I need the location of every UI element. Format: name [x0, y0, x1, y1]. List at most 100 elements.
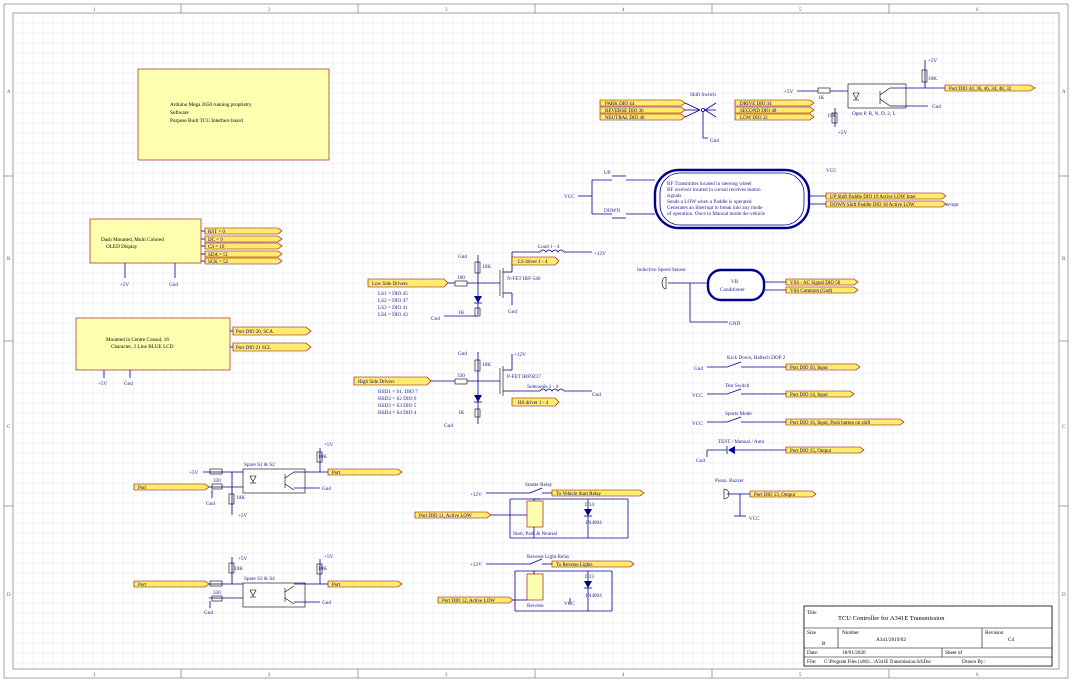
test-manual-label: TEST / Manual / Auto: [718, 439, 765, 445]
sensor-gnd-label: GND: [729, 321, 740, 327]
spare12-5v-top-label: +5V: [324, 442, 334, 448]
opto-5v-label: +5V: [784, 89, 794, 95]
title-label: Title: [807, 610, 817, 616]
spare34-label: Spare S3 & S4: [244, 576, 275, 582]
spare-s1-s2[interactable]: Spare S1 & S2 +5V 10K +5V +5V 10K Port G…: [133, 442, 403, 519]
vr-conditioner: [706, 268, 766, 302]
lcd-gnd-label: Gnd: [124, 381, 133, 387]
lcd-line-2: Character, 2 Line BLUE LCD: [111, 344, 174, 350]
nfet-gnd-label: Gnd: [458, 254, 467, 260]
port-vss-signal-label: VSS - AC Signal DIO 58: [790, 281, 841, 286]
sheet-label: Sheet of: [945, 649, 962, 656]
reverse-relay-label: Reverse Light Relay: [527, 554, 570, 560]
revision-label: Revision: [985, 630, 1004, 636]
vr-line-2: Conditioner: [720, 287, 745, 293]
title-block: Title TCU Controller for A341E Transmiss…: [803, 605, 1053, 667]
kickdown-label: Kick Down, Haltech DOP 2: [727, 355, 786, 361]
port-oled-cs-label: CS = 10: [208, 245, 225, 250]
port-shift-second-label: SECOND DIO 48: [740, 109, 777, 114]
reverse-relay-coil: [526, 573, 544, 601]
starter-relay[interactable]: Starter Relay +12V To Vehicle Start Rela…: [414, 482, 645, 539]
spare34-gnd-label: Gnd: [322, 600, 331, 606]
port-starter-in-label: Port DIO 11, Active LOW: [419, 514, 472, 519]
oled-line-2: OLED Display: [106, 244, 138, 250]
starter-relay-coil: [526, 500, 544, 528]
schematic-sheet: 1 2 3 4 5 6 1 2 3 4 5 6 A B C D A B C D …: [0, 0, 1073, 682]
switch-inputs[interactable]: Kick Down, Haltech DOP 2 Gnd Port DIO 50…: [692, 355, 905, 522]
reverse-diode-type: 1N4004: [585, 593, 602, 599]
date-value: 18/01/2020: [842, 650, 866, 656]
nfet-led: [474, 296, 482, 303]
reverse-label: Reverse: [527, 603, 544, 609]
port-kickdown-label: Port DIO 50, Input: [790, 366, 828, 371]
nfet-gnd-bottom-label: Gnd: [431, 316, 440, 322]
zone-row-b-right: B: [1062, 257, 1066, 262]
port-spare34-in-label: Port: [138, 583, 147, 588]
pfet-gate-resistor-label: 330: [457, 373, 465, 379]
lcd-5v-label: +5V: [98, 381, 108, 387]
spare12-330-label: 330: [213, 478, 221, 484]
reverse-light-relay[interactable]: Reverse Light Relay +12V To Reverse Ligh…: [437, 554, 635, 612]
port-spare34-out-label: Port: [332, 583, 341, 588]
port-shift-park-label: PARK DIO 44: [605, 102, 635, 107]
sports-mode-vcc-label: VCC: [692, 421, 703, 427]
hs-list-1: HSD1 = S1, DIO 7: [378, 389, 418, 395]
shift-switch-section[interactable]: Shift Switch PARK DIO 44 REVERSE DIO 36 …: [599, 58, 1036, 144]
start-park-label: Start, Park & Neutral: [513, 531, 558, 537]
zone-row-d: D: [7, 593, 11, 598]
high-side-driver[interactable]: High Side Drivers 330 10K Gnd 1K Gnd +12…: [353, 351, 601, 429]
nfet-label: N-FET IRF-540: [507, 276, 541, 282]
oled-line-1: Dash Mounted, Multi Colored: [101, 237, 164, 243]
port-oled-rst-label: RST = 0: [208, 230, 225, 235]
starter-relay-label: Starter Relay: [525, 482, 553, 488]
zone-col-4: 4: [622, 8, 625, 13]
opto-pullup-5v-label: +5V: [928, 58, 938, 64]
zone-row-a: A: [7, 90, 11, 95]
port-lcd-sca-label: Port DIO 20, SCA: [236, 330, 273, 335]
zone-col-6-bottom: 6: [976, 673, 979, 678]
port-shift-reverse-label: REVERSE DIO 36: [605, 109, 644, 114]
pfet-led: [474, 395, 482, 402]
port-ls-driver-label: LS driver 1 - 4: [518, 260, 548, 265]
spare-s3-s4[interactable]: Spare S3 & S4 +5V +5V 10K +5V 10K Port G…: [133, 554, 403, 616]
rf-line-6: of operation. Once in Manual mode the ve…: [667, 210, 766, 217]
port-piezo-label: Port DIO 53, Output: [754, 493, 796, 498]
pfet-1k-label: 1K: [458, 410, 465, 416]
rf-interrupt-label: errupt: [946, 202, 959, 208]
oled-gnd-label: Gnd: [169, 282, 178, 288]
size-value: B: [822, 641, 826, 647]
port-lcd-scl-label: Port DIO 21 SCL: [236, 346, 271, 351]
oled-5v-label: +5V: [120, 282, 130, 288]
nfet-pullup-resistor: [474, 261, 481, 274]
opto-resistor-1k: [817, 87, 831, 94]
arduino-line-2: Software: [170, 109, 189, 116]
spare34-5v-right-label: +5V: [324, 554, 334, 560]
spare12-5v-bottom-label: +5V: [238, 513, 248, 519]
shift-gnd-label: Gnd: [710, 138, 719, 144]
arduino-block[interactable]: Arduino Mega 2650 running proprietry Sof…: [137, 68, 330, 161]
port-shift-low-label: LOW DIO 32: [740, 116, 768, 121]
sports-mode-label: Sports Mode: [725, 411, 752, 417]
date-label: Date:: [807, 650, 819, 656]
port-shift-drive-label: DRIVE DIO 34: [740, 102, 772, 107]
spare34-5v-top-label: +5V: [238, 556, 248, 562]
port-oled-dc-label: DC = 9: [208, 238, 223, 243]
port-reverse-in-label: Port DIO 12, Active LOW: [442, 599, 495, 604]
lcd-line-1: Mounted in Centre Consul, 16: [106, 337, 169, 343]
lcd-display-block[interactable]: Mounted in Centre Consul, 16 Character, …: [75, 317, 312, 387]
port-hs-driver-label: HS driver 1 - 4: [518, 401, 548, 406]
piezo-label: Piezo. Buzzer: [715, 478, 744, 484]
arduino-line-3: Purpose Built TCU Interface board: [170, 117, 243, 124]
spare12-label: Spare S1 & S2: [244, 462, 275, 468]
rf-vcc-top-label: VCC: [826, 168, 837, 174]
speed-sensor-section[interactable]: Inductive Speed Sensor GND VR Conditione…: [637, 267, 859, 327]
nfet-source-gnd-label: Gnd: [508, 309, 517, 315]
load-label: Load 1 - 4: [538, 244, 560, 250]
rf-down-label: DOWN: [604, 208, 620, 214]
port-paddle-down-label: DOWN Shift Paddle DIO 18 Active LOW: [830, 203, 915, 208]
pfet-gnd-bottom-label: Gnd: [444, 423, 453, 429]
zone-col-1: 1: [93, 8, 96, 13]
port-test-manual-label: Port DIO 15, Output: [790, 449, 832, 454]
hs-list-3: HSD3 = S3 DIO 5: [378, 403, 417, 409]
spare12-10k-bottom-label: 10K: [236, 495, 245, 501]
